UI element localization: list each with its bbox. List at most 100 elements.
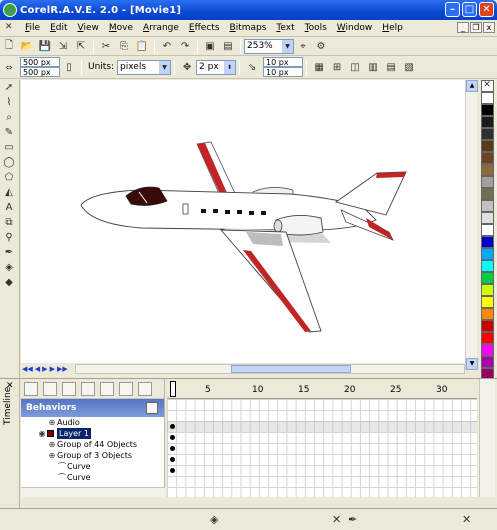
rewind-icon[interactable]: ◀◀: [22, 365, 33, 373]
frame-grid[interactable]: 5 10 15 20 25 30: [167, 379, 477, 497]
color-swatch[interactable]: [480, 152, 494, 164]
tree-row[interactable]: ⊕ Group of 44 Objects: [21, 439, 164, 450]
color-swatch[interactable]: [480, 260, 494, 272]
move-up-icon[interactable]: [62, 381, 76, 396]
document-menu-icon[interactable]: [4, 22, 16, 34]
tween-icon[interactable]: [138, 381, 152, 396]
keyframe[interactable]: [170, 457, 175, 462]
color-swatch[interactable]: [480, 188, 494, 200]
menu-window[interactable]: Window: [332, 23, 378, 33]
menu-bitmaps[interactable]: Bitmaps: [225, 23, 272, 33]
delete-frames-icon[interactable]: [119, 381, 133, 396]
color-swatch[interactable]: [480, 236, 494, 248]
tree-row[interactable]: ◉ Layer 1: [21, 428, 164, 439]
color-swatch[interactable]: [480, 284, 494, 296]
cut-icon[interactable]: ✂: [98, 38, 114, 54]
menu-text[interactable]: Text: [271, 23, 299, 33]
tree-row[interactable]: ⌒ Curve: [21, 461, 164, 472]
playhead[interactable]: [170, 381, 176, 397]
menu-edit[interactable]: Edit: [45, 23, 72, 33]
scroll-up-icon[interactable]: ▲: [466, 80, 478, 92]
options-icon[interactable]: ⚙: [313, 38, 329, 54]
next-frame-icon[interactable]: ▶: [50, 365, 55, 373]
scroll-down-icon[interactable]: ▼: [466, 358, 478, 370]
timeline-vertical-scrollbar[interactable]: [479, 379, 495, 497]
menu-file[interactable]: File: [20, 23, 45, 33]
copy-icon[interactable]: ⎘: [116, 38, 132, 54]
color-swatch[interactable]: [480, 140, 494, 152]
import-icon[interactable]: ⇲: [55, 38, 71, 54]
play-icon[interactable]: ▶: [42, 365, 47, 373]
export-icon[interactable]: ⇱: [73, 38, 89, 54]
tree-horizontal-scrollbar[interactable]: [21, 487, 165, 497]
dup-x-field[interactable]: 10 px: [263, 57, 304, 67]
tree-row[interactable]: ⊕ Group of 3 Objects: [21, 450, 164, 461]
tree-row[interactable]: ⊕ Audio: [21, 417, 164, 428]
menu-view[interactable]: View: [73, 23, 104, 33]
behaviors-header[interactable]: Behaviors: [21, 399, 164, 417]
save-icon[interactable]: 💾: [37, 38, 53, 54]
doc-restore-button[interactable]: ❐: [470, 22, 482, 33]
new-layer-icon[interactable]: [24, 381, 38, 396]
snap-icon[interactable]: ⌖: [295, 38, 311, 54]
portrait-icon[interactable]: ▯: [61, 59, 77, 75]
doc-minimize-button[interactable]: _: [457, 22, 469, 33]
move-down-icon[interactable]: [81, 381, 95, 396]
prev-frame-icon[interactable]: ◀: [35, 365, 40, 373]
canvas-horizontal-scrollbar[interactable]: [74, 363, 465, 374]
dup-y-field[interactable]: 10 px: [263, 67, 304, 77]
color-swatch[interactable]: [480, 344, 494, 356]
units-combo[interactable]: pixels ▼: [117, 59, 172, 75]
color-swatch[interactable]: [480, 116, 494, 128]
insert-frames-icon[interactable]: [100, 381, 114, 396]
outline-tool-icon[interactable]: ✒: [0, 245, 18, 260]
color-swatch[interactable]: [480, 212, 494, 224]
color-swatch[interactable]: [480, 248, 494, 260]
ellipse-tool-icon[interactable]: ◯: [0, 155, 18, 170]
color-swatch[interactable]: [480, 296, 494, 308]
color-swatch[interactable]: [480, 320, 494, 332]
tree-row[interactable]: ⌒ Curve: [21, 472, 164, 483]
scroll-thumb[interactable]: [231, 364, 352, 373]
page-width-field[interactable]: 500 px: [20, 57, 60, 67]
redo-icon[interactable]: ↷: [177, 38, 193, 54]
fill-tool-icon[interactable]: ◈: [0, 260, 18, 275]
color-swatch[interactable]: [480, 176, 494, 188]
frame-icon[interactable]: ▧: [401, 59, 417, 75]
no-color-swatch[interactable]: ✕: [480, 80, 494, 92]
timeline-tab[interactable]: ✕ Timeline: [0, 379, 20, 509]
keyframe[interactable]: [170, 468, 175, 473]
eyedropper-tool-icon[interactable]: ⚲: [0, 230, 18, 245]
open-icon[interactable]: 📂: [19, 38, 35, 54]
maximize-button[interactable]: □: [462, 2, 477, 17]
basic-shapes-icon[interactable]: ◭: [0, 185, 18, 200]
movie-properties-icon[interactable]: ▤: [383, 59, 399, 75]
preview-icon[interactable]: ▤: [220, 38, 236, 54]
layer-color-swatch[interactable]: [47, 430, 54, 437]
delete-icon[interactable]: [43, 381, 57, 396]
onion-skin-icon[interactable]: ◫: [347, 59, 363, 75]
nudge-field[interactable]: 2 px ⬍: [196, 59, 237, 75]
pick-tool-icon[interactable]: ➚: [0, 80, 18, 95]
keyframe[interactable]: [170, 424, 175, 429]
page-height-field[interactable]: 500 px: [20, 67, 60, 77]
color-swatch[interactable]: [480, 308, 494, 320]
drawing-canvas[interactable]: [21, 80, 475, 363]
menu-help[interactable]: Help: [377, 23, 408, 33]
behaviors-icon[interactable]: [146, 402, 158, 414]
color-swatch[interactable]: [480, 104, 494, 116]
zoom-combo[interactable]: 253% ▼: [244, 38, 294, 54]
menu-tools[interactable]: Tools: [300, 23, 332, 33]
color-swatch[interactable]: [480, 92, 494, 104]
undo-icon[interactable]: ↶: [159, 38, 175, 54]
shape-tool-icon[interactable]: ⌇: [0, 95, 18, 110]
grid-icon[interactable]: ▦: [311, 59, 327, 75]
canvas-vertical-scrollbar[interactable]: ▲ ▼: [465, 80, 478, 370]
chevron-down-icon[interactable]: ▼: [159, 60, 171, 74]
doc-close-button[interactable]: x: [483, 22, 495, 33]
frame-rows[interactable]: [167, 399, 477, 497]
color-swatch[interactable]: [480, 200, 494, 212]
chevron-down-icon[interactable]: ▼: [282, 39, 293, 53]
polygon-tool-icon[interactable]: ⬠: [0, 170, 18, 185]
paste-icon[interactable]: 📋: [134, 38, 150, 54]
